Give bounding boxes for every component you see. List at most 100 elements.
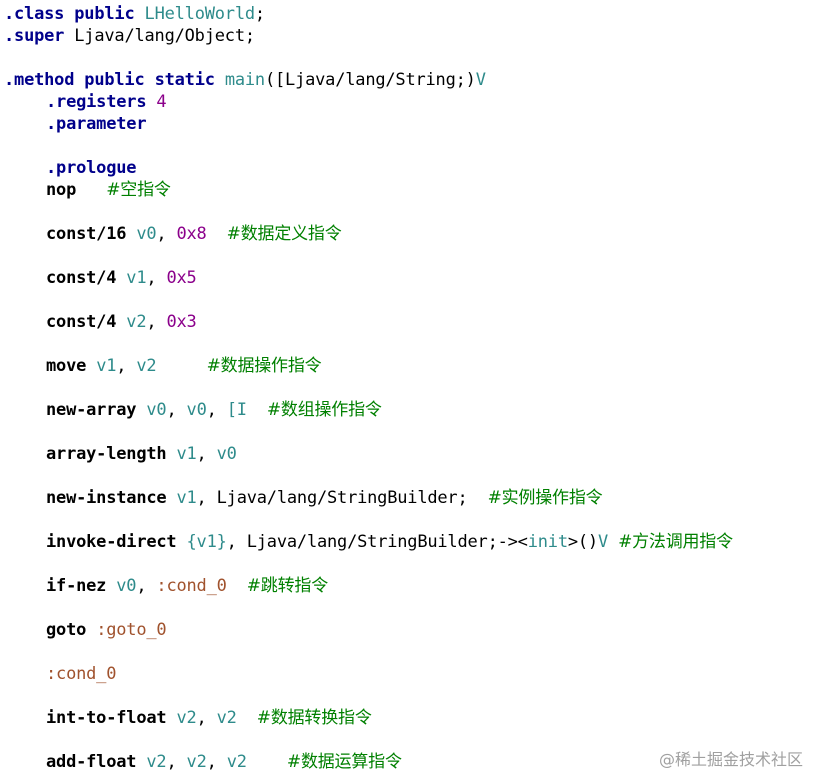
modifier-keyword: public xyxy=(74,4,135,24)
return-type: V xyxy=(597,532,609,552)
opcode: add-float xyxy=(46,752,137,772)
opcode: invoke-direct xyxy=(46,532,177,552)
literal: 0x5 xyxy=(166,268,197,288)
separator: , xyxy=(196,444,217,464)
code-comment: #跳转指令 xyxy=(246,576,328,596)
separator: , xyxy=(146,268,167,288)
register: v0 xyxy=(116,576,137,596)
separator: , xyxy=(136,576,157,596)
register: v1 xyxy=(176,444,197,464)
register-count: 4 xyxy=(156,92,167,112)
register: v2 xyxy=(126,312,147,332)
method-owner: Ljava/lang/StringBuilder;->< xyxy=(246,532,528,552)
modifier-keyword: static xyxy=(154,70,215,90)
opcode: const/16 xyxy=(46,224,127,244)
register: v2 xyxy=(136,356,157,376)
opcode: const/4 xyxy=(46,268,117,288)
separator: , xyxy=(116,356,137,376)
directive-keyword: .class xyxy=(4,4,65,24)
code-comment: #空指令 xyxy=(106,180,171,200)
register: v2 xyxy=(186,752,207,772)
punctuation: ; xyxy=(254,4,265,24)
code-line-if-nez: if-nez v0, :cond_0 #跳转指令 xyxy=(4,575,328,597)
code-line-int-to-float: int-to-float v2, v2 #数据转换指令 xyxy=(4,707,372,729)
method-name: init xyxy=(527,532,568,552)
directive-keyword: .prologue xyxy=(46,158,137,178)
opcode: const/4 xyxy=(46,312,117,332)
register: v0 xyxy=(186,400,207,420)
code-line-nop: nop #空指令 xyxy=(4,179,171,201)
separator: , xyxy=(196,708,217,728)
opcode: new-instance xyxy=(46,488,167,508)
code-line-registers: .registers 4 xyxy=(4,91,167,113)
register: v0 xyxy=(216,444,237,464)
code-line-label: :cond_0 xyxy=(4,663,116,685)
code-line-method: .method public static main([Ljava/lang/S… xyxy=(4,69,486,91)
code-comment: #数组操作指令 xyxy=(266,400,382,420)
code-comment: #数据运算指令 xyxy=(286,752,402,772)
label-ref: :cond_0 xyxy=(156,576,227,596)
code-line-const16: const/16 v0, 0x8 #数据定义指令 xyxy=(4,223,342,245)
register: v1 xyxy=(96,356,117,376)
opcode: nop xyxy=(46,180,77,200)
code-line-prologue: .prologue xyxy=(4,157,137,179)
class-descriptor: Ljava/lang/StringBuilder; xyxy=(216,488,468,508)
directive-keyword: .registers xyxy=(46,92,147,112)
literal: 0x3 xyxy=(166,312,197,332)
code-line-const4-b: const/4 v2, 0x3 xyxy=(4,311,197,333)
separator: , xyxy=(196,488,217,508)
code-comment: #数据操作指令 xyxy=(206,356,322,376)
code-line-array-length: array-length v1, v0 xyxy=(4,443,237,465)
code-line-new-array: new-array v0, v0, [I #数组操作指令 xyxy=(4,399,382,421)
separator: , xyxy=(166,752,187,772)
code-editor[interactable]: .class public LHelloWorld; .super Ljava/… xyxy=(0,0,825,784)
literal: 0x8 xyxy=(176,224,207,244)
register: v0 xyxy=(146,400,167,420)
code-line-move: move v1, v2 #数据操作指令 xyxy=(4,355,322,377)
directive-keyword: .parameter xyxy=(46,114,147,134)
register: v2 xyxy=(226,752,247,772)
method-params: ([Ljava/lang/String;) xyxy=(264,70,476,90)
register: v2 xyxy=(176,708,197,728)
type-descriptor: [I xyxy=(226,400,247,420)
code-line-super: .super Ljava/lang/Object; xyxy=(4,25,255,47)
modifier-keyword: public xyxy=(84,70,145,90)
register-list: {v1} xyxy=(186,532,227,552)
separator: , xyxy=(166,400,187,420)
register: v0 xyxy=(136,224,157,244)
opcode: if-nez xyxy=(46,576,107,596)
super-class: Ljava/lang/Object; xyxy=(74,26,255,46)
separator: , xyxy=(146,312,167,332)
watermark: @稀土掘金技术社区 xyxy=(658,750,803,769)
opcode: goto xyxy=(46,620,87,640)
method-name: main xyxy=(224,70,265,90)
opcode: move xyxy=(46,356,87,376)
class-name: LHelloWorld xyxy=(144,4,256,24)
label-definition: :cond_0 xyxy=(46,664,117,684)
separator: , xyxy=(206,400,227,420)
code-line-new-instance: new-instance v1, Ljava/lang/StringBuilde… xyxy=(4,487,603,509)
directive-keyword: .method xyxy=(4,70,75,90)
separator: , xyxy=(156,224,177,244)
register: v1 xyxy=(176,488,197,508)
method-signature: >() xyxy=(567,532,598,552)
separator: , xyxy=(206,752,227,772)
return-type: V xyxy=(475,70,486,90)
code-line-class: .class public LHelloWorld; xyxy=(4,3,265,25)
code-comment: #方法调用指令 xyxy=(618,532,733,552)
code-line-goto: goto :goto_0 xyxy=(4,619,167,641)
code-line-add-float: add-float v2, v2, v2 #数据运算指令 xyxy=(4,751,402,773)
register: v1 xyxy=(126,268,147,288)
directive-keyword: .super xyxy=(4,26,65,46)
code-line-const4-a: const/4 v1, 0x5 xyxy=(4,267,197,289)
code-line-parameter: .parameter xyxy=(4,113,147,135)
opcode: array-length xyxy=(46,444,167,464)
label-ref: :goto_0 xyxy=(96,620,167,640)
code-line-invoke-direct: invoke-direct {v1}, Ljava/lang/StringBui… xyxy=(4,531,733,553)
separator: , xyxy=(226,532,247,552)
code-comment: #数据定义指令 xyxy=(226,224,342,244)
opcode: int-to-float xyxy=(46,708,167,728)
code-comment: #实例操作指令 xyxy=(487,488,603,508)
code-comment: #数据转换指令 xyxy=(256,708,372,728)
register: v2 xyxy=(216,708,237,728)
